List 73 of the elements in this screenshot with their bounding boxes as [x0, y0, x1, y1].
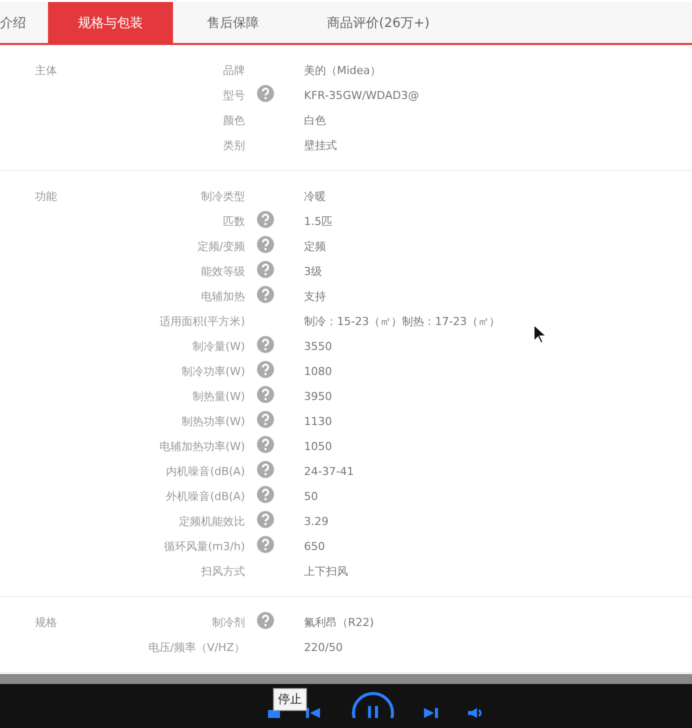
spec-value: 1080 [304, 365, 333, 378]
help-icon[interactable] [257, 411, 274, 428]
spec-label: 外机噪音(dB(A) [166, 489, 245, 504]
group-title: 功能 [34, 189, 57, 205]
tooltip: 停止 [273, 688, 307, 711]
spec-value: 3550 [304, 340, 333, 353]
help-icon[interactable] [257, 261, 274, 278]
tab[interactable]: 介绍 [0, 2, 48, 43]
spec-value: 冷暖 [304, 189, 327, 204]
previous-icon[interactable] [306, 708, 320, 718]
help-icon[interactable] [257, 85, 274, 102]
spec-value: 3.29 [304, 515, 330, 528]
help-icon[interactable] [257, 286, 274, 303]
spec-value: 1050 [304, 440, 333, 453]
spec-label: 扫风方式 [201, 564, 245, 579]
spec-value: 3950 [304, 390, 333, 403]
next-icon[interactable] [424, 708, 438, 718]
help-icon[interactable] [257, 361, 274, 378]
spec-label: 品牌 [223, 63, 245, 78]
spec-label: 电压/频率（V/HZ） [148, 640, 245, 655]
help-icon[interactable] [257, 511, 274, 528]
spec-label: 循环风量(m3/h) [164, 539, 245, 554]
help-icon[interactable] [257, 461, 274, 478]
help-icon[interactable] [257, 211, 274, 228]
tab[interactable]: 商品评价(26万+) [293, 2, 464, 43]
spec-label: 电辅加热 [201, 289, 245, 304]
spec-value: 50 [304, 490, 319, 503]
spec-value: 1.5匹 [304, 214, 334, 229]
spec-label: 类别 [223, 138, 245, 153]
help-icon[interactable] [257, 436, 274, 453]
spec-label: 匹数 [223, 214, 245, 229]
group-title: 规格 [34, 615, 57, 631]
spec-label: 制冷类型 [201, 189, 245, 204]
help-icon[interactable] [257, 386, 274, 403]
spec-value: 上下扫风 [304, 564, 349, 579]
spec-value: 24-37-41 [304, 465, 355, 478]
spec-label: 制冷剂 [212, 615, 245, 630]
pause-icon[interactable] [351, 691, 395, 718]
stop-icon[interactable] [268, 710, 280, 718]
spec-label: 制热功率(W) [182, 414, 245, 429]
spec-value: 壁挂式 [304, 138, 338, 153]
spec-label: 能效等级 [201, 264, 245, 279]
group-title: 主体 [34, 63, 57, 79]
spec-label: 制冷功率(W) [182, 364, 245, 379]
spec-value: 定频 [304, 239, 327, 254]
spec-value: 1130 [304, 415, 333, 428]
spec-label: 型号 [223, 88, 245, 103]
tab[interactable]: 售后保障 [173, 2, 293, 43]
help-icon[interactable] [257, 536, 274, 553]
spec-value: 支持 [304, 289, 327, 304]
cursor-icon [533, 324, 547, 344]
spec-label: 定频机能效比 [179, 514, 245, 529]
help-icon[interactable] [257, 486, 274, 503]
spec-label: 适用面积(平方米) [159, 314, 245, 329]
help-icon[interactable] [257, 612, 274, 629]
spec-value: 氟利昂（R22) [304, 615, 375, 630]
spec-value: 650 [304, 540, 326, 553]
help-icon[interactable] [257, 236, 274, 253]
spec-value: 220/50 [304, 641, 344, 654]
spec-label: 制冷量(W) [192, 339, 245, 354]
tab[interactable]: 规格与包装 [48, 2, 173, 43]
spec-label: 定频/变频 [197, 239, 245, 254]
spec-value: 白色 [304, 113, 327, 128]
spec-label: 颜色 [223, 113, 245, 128]
spec-label: 电辅加热功率(W) [160, 439, 245, 454]
spec-value: 美的（Midea） [304, 63, 382, 78]
spec-value: KFR-35GW/WDAD3@ [304, 89, 420, 102]
spec-label: 内机噪音(dB(A) [166, 464, 245, 479]
spec-label: 制热量(W) [192, 389, 245, 404]
spec-value: 3级 [304, 264, 323, 279]
spec-value: 制冷：15-23（㎡）制热：17-23（㎡） [304, 314, 501, 329]
volume-icon[interactable] [468, 708, 484, 718]
help-icon[interactable] [257, 336, 274, 353]
